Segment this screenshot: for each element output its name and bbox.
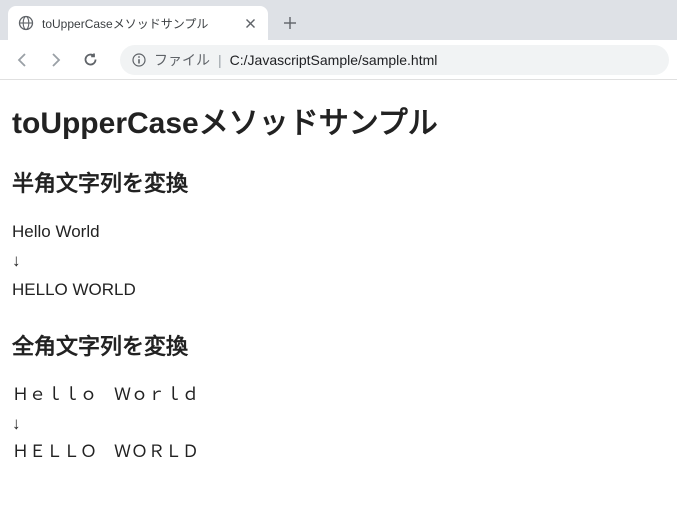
new-tab-button[interactable]: [276, 9, 304, 37]
browser-toolbar: ファイル | C:/JavascriptSample/sample.html: [0, 40, 677, 80]
page-title: toUpperCaseメソッドサンプル: [12, 98, 665, 142]
close-icon[interactable]: [242, 15, 258, 31]
address-path: C:/JavascriptSample/sample.html: [230, 52, 438, 68]
tab-bar: toUpperCaseメソッドサンプル: [0, 0, 677, 40]
input-text: Hello World: [12, 218, 665, 247]
section-title: 半角文字列を変換: [12, 166, 665, 198]
browser-tab[interactable]: toUpperCaseメソッドサンプル: [8, 6, 268, 40]
section-halfwidth: 半角文字列を変換 Hello World ↓ HELLO WORLD: [12, 166, 665, 305]
input-text: Ｈｅｌｌｏ Ｗｏｒｌｄ: [12, 381, 665, 410]
output-text: HELLO WORLD: [12, 276, 665, 305]
arrow-text: ↓: [12, 247, 665, 276]
tab-title: toUpperCaseメソッドサンプル: [42, 15, 234, 32]
info-icon: [132, 53, 146, 67]
page-content: toUpperCaseメソッドサンプル 半角文字列を変換 Hello World…: [0, 80, 677, 509]
arrow-text: ↓: [12, 410, 665, 439]
globe-icon: [18, 15, 34, 31]
address-bar[interactable]: ファイル | C:/JavascriptSample/sample.html: [120, 45, 669, 75]
address-separator: |: [218, 52, 222, 68]
output-text: ＨＥＬＬＯ ＷＯＲＬＤ: [12, 438, 665, 467]
address-prefix: ファイル: [154, 50, 210, 70]
browser-chrome: toUpperCaseメソッドサンプル: [0, 0, 677, 80]
section-fullwidth: 全角文字列を変換 Ｈｅｌｌｏ Ｗｏｒｌｄ ↓ ＨＥＬＬＯ ＷＯＲＬＤ: [12, 329, 665, 468]
reload-button[interactable]: [76, 46, 104, 74]
forward-button[interactable]: [42, 46, 70, 74]
back-button[interactable]: [8, 46, 36, 74]
section-title: 全角文字列を変換: [12, 329, 665, 361]
